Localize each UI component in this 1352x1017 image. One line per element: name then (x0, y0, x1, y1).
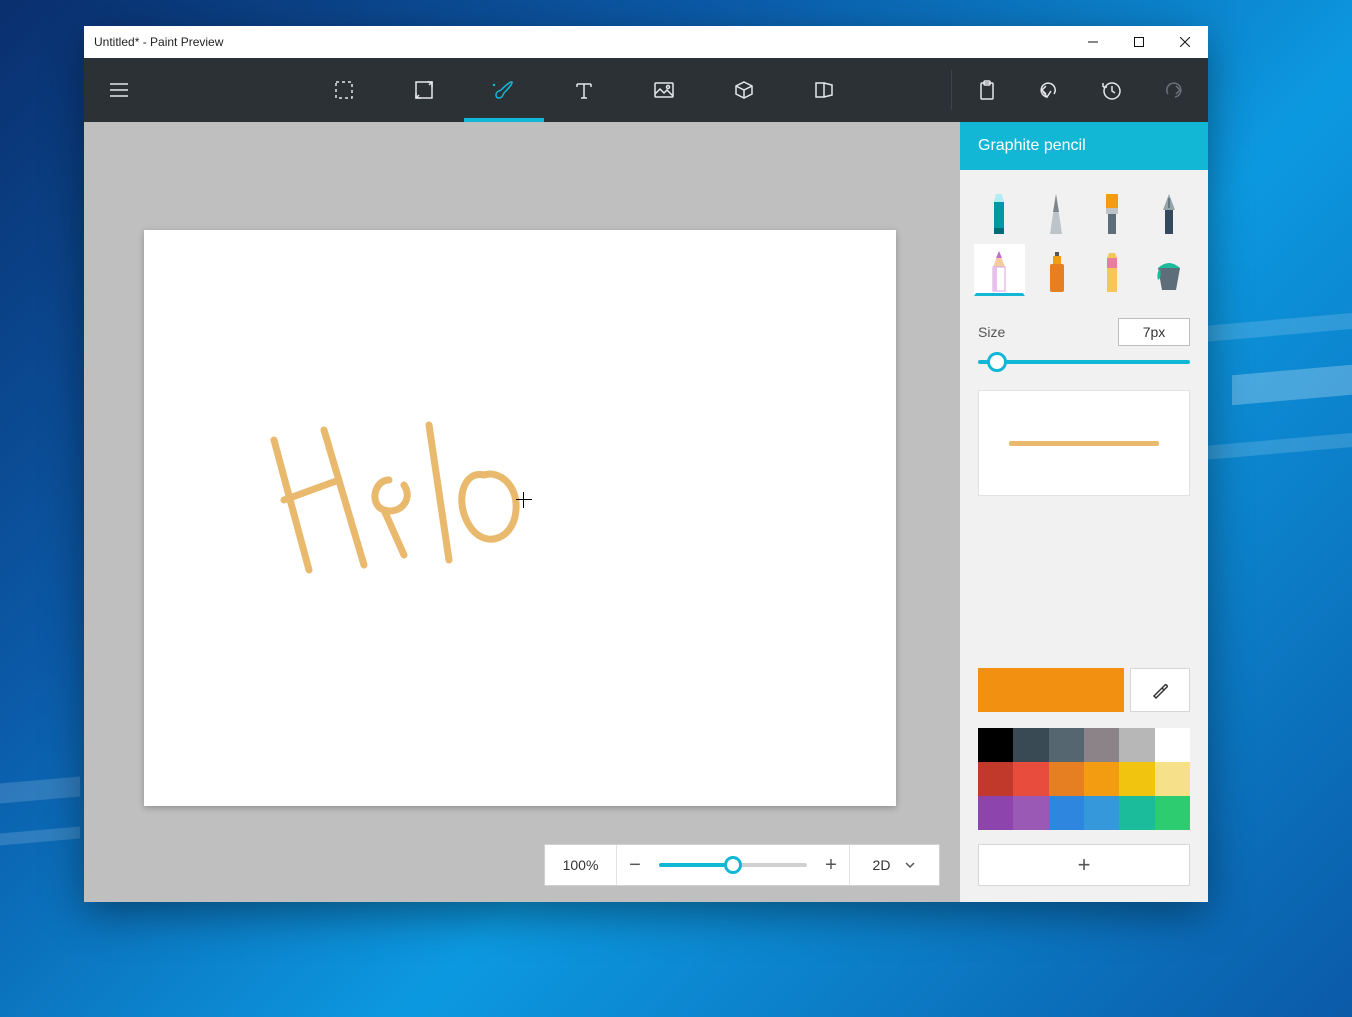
image-tool-icon (652, 79, 676, 101)
boards-button[interactable] (784, 58, 864, 122)
calligraphy-pen-icon (1155, 192, 1183, 236)
tool-pen[interactable] (1031, 186, 1082, 238)
current-color-swatch[interactable] (978, 668, 1124, 712)
view-mode-label: 2D (873, 857, 891, 873)
tool-spray[interactable] (1031, 244, 1082, 296)
tool-marker[interactable] (974, 186, 1025, 238)
palette-swatch[interactable] (1119, 762, 1154, 796)
hamburger-icon (108, 81, 130, 99)
brush-tool-icon (491, 79, 517, 101)
paste-button[interactable] (956, 58, 1018, 122)
boards-icon (812, 79, 836, 101)
handwritten-stroke (254, 410, 574, 610)
tool-fill[interactable] (1144, 244, 1195, 296)
chevron-down-icon (904, 859, 916, 871)
size-label: Size (978, 324, 1005, 340)
3d-shapes-button[interactable] (704, 58, 784, 122)
size-slider[interactable] (978, 360, 1190, 364)
marker-icon (985, 192, 1013, 236)
palette-swatch[interactable] (1155, 728, 1190, 762)
brush-picker (960, 170, 1208, 296)
palette-swatch[interactable] (1084, 796, 1119, 830)
main-toolbar (84, 58, 1208, 122)
palette-swatch[interactable] (1155, 796, 1190, 830)
tool-calligraphy[interactable] (1144, 186, 1195, 238)
canvas-viewport[interactable]: 100% − + 2D (84, 122, 960, 902)
color-palette (978, 728, 1190, 830)
history-button[interactable] (1080, 58, 1142, 122)
brush-tool-button[interactable] (464, 58, 544, 122)
undo-button[interactable] (1018, 58, 1080, 122)
text-tool-icon (573, 79, 595, 101)
zoom-control-bar: 100% − + 2D (544, 844, 940, 886)
image-tool-button[interactable] (624, 58, 704, 122)
palette-swatch[interactable] (1084, 762, 1119, 796)
stroke-preview (978, 390, 1190, 496)
crosshair-cursor (516, 492, 532, 508)
zoom-in-button[interactable]: + (813, 854, 849, 877)
spray-can-icon (1042, 250, 1070, 294)
undo-icon (1038, 80, 1060, 100)
tool-graphite-pencil[interactable] (974, 244, 1025, 296)
eyedropper-button[interactable] (1130, 668, 1190, 712)
palette-swatch[interactable] (978, 796, 1013, 830)
stroke-preview-line (1009, 441, 1159, 446)
palette-swatch[interactable] (1049, 728, 1084, 762)
palette-swatch[interactable] (1049, 762, 1084, 796)
graphite-pencil-icon (985, 249, 1013, 293)
menu-button[interactable] (88, 58, 150, 122)
app-window: Untitled* - Paint Preview (84, 26, 1208, 902)
palette-swatch[interactable] (1013, 796, 1048, 830)
crop-resize-button[interactable] (384, 58, 464, 122)
palette-swatch[interactable] (1013, 728, 1048, 762)
select-tool-button[interactable] (304, 58, 384, 122)
history-icon (1100, 79, 1122, 101)
paste-icon (977, 79, 997, 101)
plus-icon: + (1078, 852, 1091, 878)
minimize-button[interactable] (1070, 26, 1116, 58)
eyedropper-icon (1150, 680, 1170, 700)
tool-eraser[interactable] (1087, 244, 1138, 296)
select-tool-icon (333, 79, 355, 101)
text-tool-button[interactable] (544, 58, 624, 122)
zoom-slider[interactable] (659, 863, 807, 867)
side-panel-title: Graphite pencil (960, 122, 1208, 170)
redo-icon (1162, 80, 1184, 100)
palette-swatch[interactable] (1155, 762, 1190, 796)
zoom-slider-handle[interactable] (724, 856, 742, 874)
size-value-input[interactable]: 7px (1118, 318, 1190, 346)
palette-swatch[interactable] (1119, 796, 1154, 830)
zoom-percent-label[interactable]: 100% (545, 845, 617, 885)
eraser-icon (1098, 250, 1126, 294)
3d-cube-icon (733, 79, 755, 101)
crop-resize-icon (413, 79, 435, 101)
palette-swatch[interactable] (1084, 728, 1119, 762)
side-panel: Graphite pencil (960, 122, 1208, 902)
size-slider-handle[interactable] (987, 352, 1007, 372)
window-controls (1070, 26, 1208, 58)
drawing-canvas[interactable] (144, 230, 896, 806)
redo-button[interactable] (1142, 58, 1204, 122)
close-button[interactable] (1162, 26, 1208, 58)
tool-brush[interactable] (1087, 186, 1138, 238)
fill-bucket-icon (1154, 250, 1184, 294)
view-mode-dropdown[interactable]: 2D (849, 845, 939, 885)
pen-icon (1042, 192, 1070, 236)
add-color-button[interactable]: + (978, 844, 1190, 886)
zoom-out-button[interactable]: − (617, 854, 653, 877)
flat-brush-icon (1098, 192, 1126, 236)
palette-swatch[interactable] (1119, 728, 1154, 762)
maximize-button[interactable] (1116, 26, 1162, 58)
palette-swatch[interactable] (978, 762, 1013, 796)
window-title: Untitled* - Paint Preview (94, 35, 223, 49)
palette-swatch[interactable] (1013, 762, 1048, 796)
palette-swatch[interactable] (978, 728, 1013, 762)
title-bar[interactable]: Untitled* - Paint Preview (84, 26, 1208, 58)
palette-swatch[interactable] (1049, 796, 1084, 830)
